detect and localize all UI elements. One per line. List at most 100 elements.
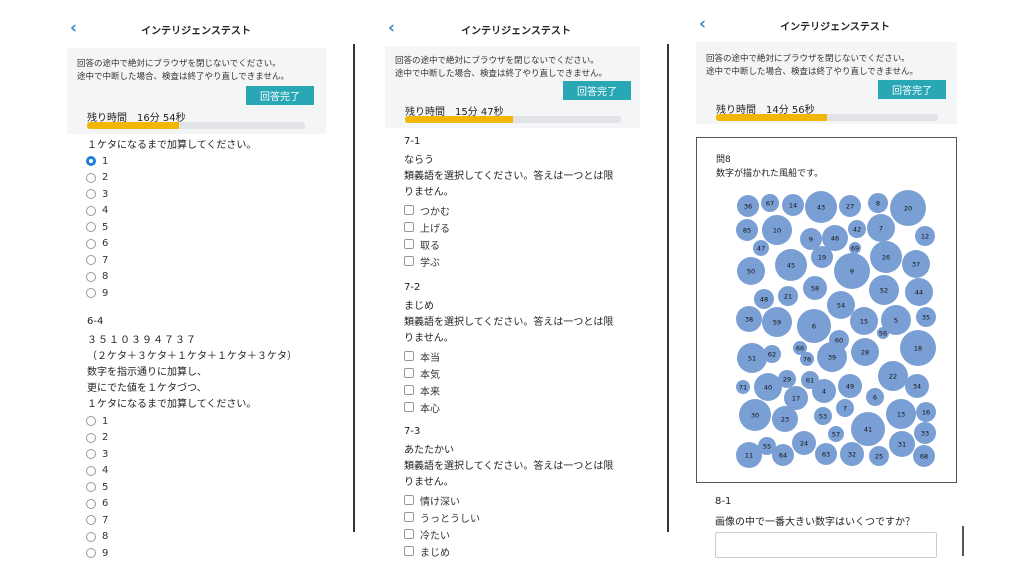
radio-option[interactable]: 9	[86, 546, 108, 560]
balloon-number: 32	[848, 451, 856, 459]
checkbox-option[interactable]: 情け深い	[404, 493, 460, 508]
checkbox[interactable]	[404, 239, 414, 249]
option-label: 本気	[420, 369, 440, 381]
question-word: まじめ	[404, 301, 434, 312]
checkbox-option[interactable]: 冷たい	[404, 527, 450, 542]
balloon-number: 66	[796, 345, 804, 353]
radio-option[interactable]: 4	[86, 464, 108, 478]
checkbox-option[interactable]: 取る	[404, 237, 440, 252]
radio-button[interactable]	[86, 498, 96, 509]
option-label: 8	[102, 531, 109, 542]
balloon-number: 14	[789, 202, 797, 210]
checkbox-option[interactable]: 本心	[404, 400, 440, 415]
finish-button[interactable]: 回答完了	[563, 81, 631, 100]
radio-option[interactable]: 1	[86, 414, 108, 428]
option-label: 4	[102, 465, 109, 476]
progress-bar	[405, 116, 621, 123]
radio-option[interactable]: 8	[86, 530, 108, 544]
page-title: インテリジェンステスト	[141, 26, 251, 37]
radio-option[interactable]: 9	[86, 286, 108, 300]
radio-button[interactable]	[86, 288, 96, 298]
radio-button[interactable]	[86, 238, 96, 249]
question-line: 更にでた値を１ケタづつ、	[87, 383, 207, 394]
radio-button[interactable]	[86, 548, 96, 558]
checkbox[interactable]	[404, 368, 414, 378]
balloon-number: 64	[779, 452, 787, 460]
radio-button[interactable]	[86, 416, 96, 426]
radio-button[interactable]	[86, 271, 96, 282]
checkbox[interactable]	[404, 495, 414, 505]
question-id: 8-1	[715, 496, 732, 507]
checkbox[interactable]	[404, 351, 414, 361]
progress-fill	[405, 116, 513, 123]
balloon-number: 69	[851, 245, 859, 253]
radio-button[interactable]	[86, 255, 96, 265]
question-pattern: （２ケタ＋３ケタ＋１ケタ＋１ケタ＋３ケタ）	[87, 351, 297, 362]
balloon-number: 21	[784, 293, 792, 301]
radio-button[interactable]	[86, 531, 96, 542]
notice-text: 回答の途中で絶対にブラウザを閉じないでください。 途中で中断した場合、検査は終了…	[77, 59, 289, 82]
option-label: 2	[102, 172, 109, 183]
scrollbar[interactable]	[962, 526, 964, 556]
checkbox-option[interactable]: 本来	[404, 383, 440, 398]
radio-button[interactable]	[86, 222, 96, 232]
checkbox-option[interactable]: 本当	[404, 349, 440, 364]
checkbox[interactable]	[404, 222, 414, 232]
option-label: 本心	[420, 403, 440, 415]
radio-option[interactable]: 4	[86, 204, 108, 218]
checkbox-option[interactable]: 本気	[404, 366, 440, 381]
radio-option[interactable]: 1	[86, 154, 108, 168]
balloon-number: 35	[922, 314, 930, 322]
balloon-number: 76	[803, 356, 811, 364]
balloon-number: 46	[831, 235, 839, 243]
checkbox-option[interactable]: 上げる	[404, 220, 450, 235]
option-label: 本当	[420, 352, 440, 364]
radio-option[interactable]: 6	[86, 497, 108, 511]
radio-option[interactable]: 3	[86, 187, 108, 201]
answer-input[interactable]	[715, 532, 937, 558]
radio-button[interactable]	[86, 189, 96, 199]
divider	[353, 44, 355, 532]
radio-option[interactable]: 6	[86, 237, 108, 251]
balloon-number: 59	[773, 319, 781, 327]
balloon-number: 85	[743, 227, 751, 235]
radio-option[interactable]: 8	[86, 270, 108, 284]
radio-option[interactable]: 2	[86, 431, 108, 445]
checkbox-option[interactable]: つかむ	[404, 203, 450, 218]
balloon-number: 9	[809, 236, 813, 244]
checkbox[interactable]	[404, 529, 414, 539]
balloon-number: 34	[913, 383, 921, 391]
checkbox[interactable]	[404, 256, 414, 266]
radio-button[interactable]	[86, 156, 96, 166]
radio-button[interactable]	[86, 482, 96, 492]
question-id: 7-3	[404, 426, 421, 437]
checkbox[interactable]	[404, 385, 414, 395]
balloon-number: 42	[853, 226, 861, 234]
figure-caption: 数字が描かれた風船です。	[716, 169, 824, 179]
radio-button[interactable]	[86, 172, 96, 183]
radio-option[interactable]: 7	[86, 513, 108, 527]
radio-button[interactable]	[86, 465, 96, 476]
checkbox[interactable]	[404, 402, 414, 412]
option-label: 本来	[420, 386, 440, 398]
finish-button[interactable]: 回答完了	[878, 80, 946, 99]
radio-button[interactable]	[86, 449, 96, 459]
radio-button[interactable]	[86, 205, 96, 216]
checkbox-option[interactable]: うっとうしい	[404, 510, 480, 525]
checkbox-option[interactable]: まじめ	[404, 544, 450, 559]
balloon-number: 7	[879, 225, 883, 233]
checkbox[interactable]	[404, 512, 414, 522]
radio-option[interactable]: 2	[86, 171, 108, 185]
balloon-number: 63	[822, 451, 830, 459]
radio-option[interactable]: 5	[86, 480, 108, 494]
radio-button[interactable]	[86, 432, 96, 443]
checkbox[interactable]	[404, 546, 414, 556]
radio-option[interactable]: 3	[86, 447, 108, 461]
radio-option[interactable]: 7	[86, 253, 108, 267]
checkbox[interactable]	[404, 205, 414, 215]
radio-option[interactable]: 5	[86, 220, 108, 234]
balloon-number: 54	[837, 302, 845, 310]
checkbox-option[interactable]: 学ぶ	[404, 254, 440, 269]
radio-button[interactable]	[86, 515, 96, 525]
finish-button[interactable]: 回答完了	[246, 86, 314, 105]
